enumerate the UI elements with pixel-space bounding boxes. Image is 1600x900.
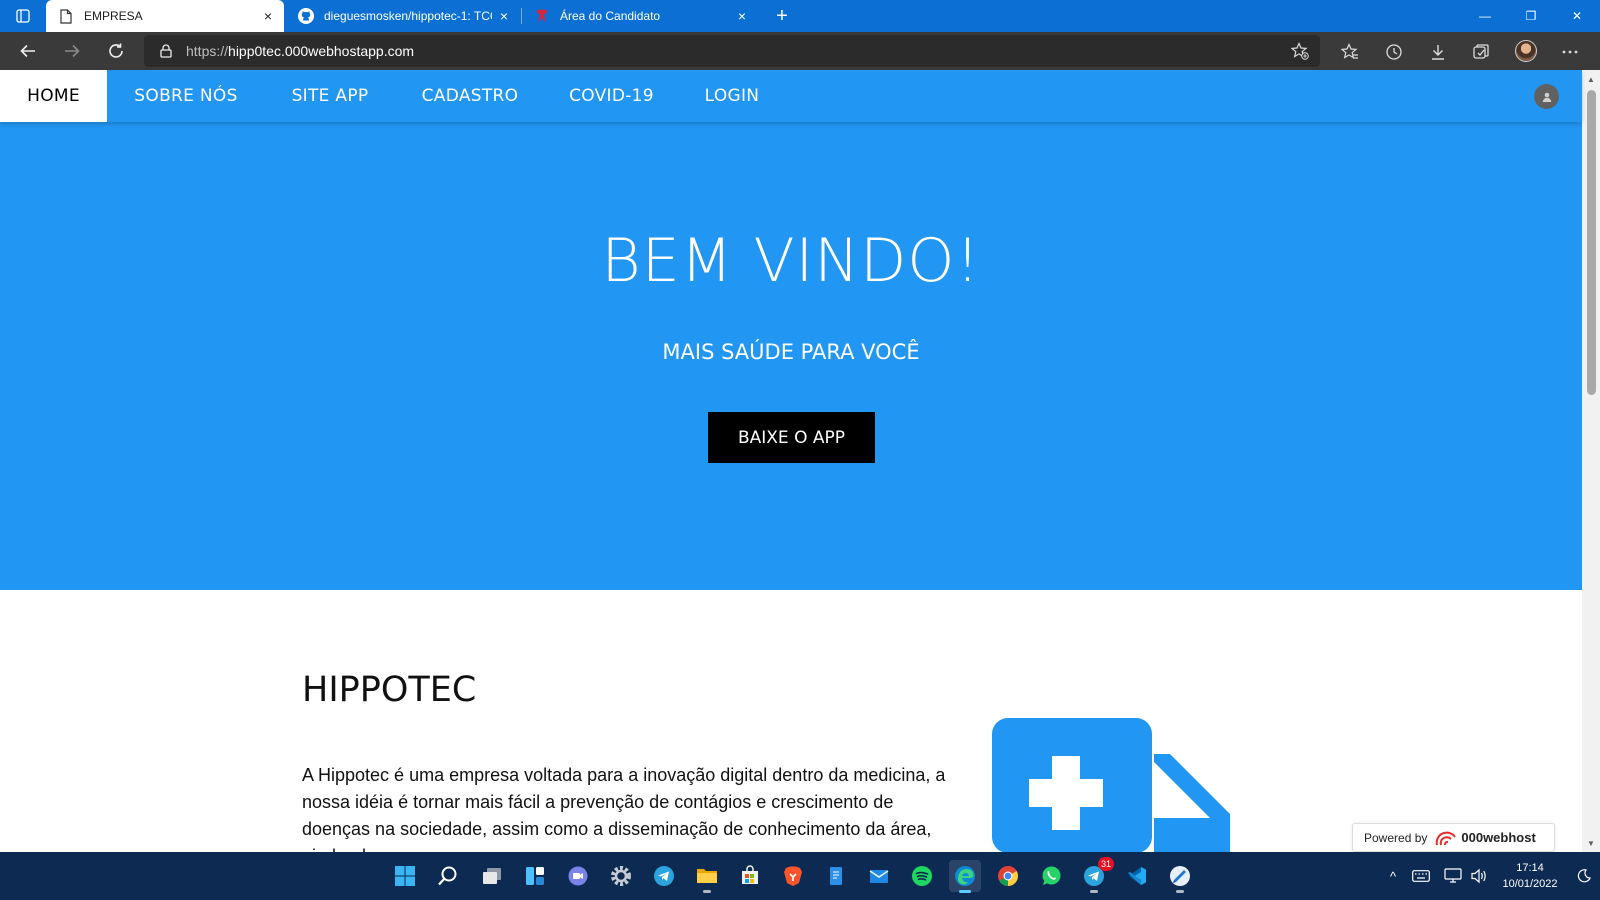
- settings-icon[interactable]: [605, 860, 637, 892]
- url-scheme: https://: [186, 43, 229, 59]
- spotify-icon[interactable]: [906, 860, 938, 892]
- tab-actions-icon: [16, 9, 30, 23]
- nav-login[interactable]: LOGIN: [678, 70, 786, 122]
- profile-avatar[interactable]: [1515, 40, 1537, 62]
- teams-chat-icon[interactable]: [562, 860, 594, 892]
- user-avatar-icon[interactable]: [1534, 84, 1559, 109]
- history-icon[interactable]: [1380, 38, 1408, 66]
- notification-badge: 31: [1097, 857, 1114, 871]
- lock-icon[interactable]: [158, 43, 174, 59]
- address-bar[interactable]: https://hipp0tec.000webhostapp.com: [144, 35, 1320, 67]
- tab-title: EMPRESA: [84, 9, 143, 23]
- favorites-icon[interactable]: [1336, 38, 1364, 66]
- search-icon[interactable]: [432, 860, 464, 892]
- new-tab-button[interactable]: +: [768, 4, 796, 28]
- tab-title: dieguesmosken/hippotec-1: TCC: [324, 9, 492, 23]
- volume-icon[interactable]: [1466, 852, 1492, 900]
- scroll-thumb[interactable]: [1587, 90, 1596, 395]
- powered-by-badge[interactable]: Powered by 000webhost: [1352, 823, 1555, 852]
- tab-close-button[interactable]: ×: [256, 4, 280, 28]
- downloads-icon[interactable]: [1424, 38, 1452, 66]
- forward-button[interactable]: [56, 35, 88, 67]
- github-icon: [298, 8, 314, 24]
- hero-subtitle: MAIS SAÚDE PARA VOCÊ: [662, 340, 920, 364]
- more-icon[interactable]: [1556, 38, 1584, 66]
- store-icon[interactable]: [734, 860, 766, 892]
- chrome-icon[interactable]: [992, 860, 1024, 892]
- refresh-icon: [109, 43, 123, 58]
- keyboard-icon[interactable]: [1408, 852, 1434, 900]
- mail-icon[interactable]: [863, 860, 895, 892]
- widgets-icon[interactable]: [519, 860, 551, 892]
- add-favorite-icon[interactable]: [1290, 41, 1310, 61]
- telegram-icon[interactable]: [648, 860, 680, 892]
- tab-empresa[interactable]: EMPRESA ×: [46, 0, 284, 32]
- back-icon: [20, 44, 35, 58]
- start-icon[interactable]: [389, 860, 421, 892]
- tab-title: Área do Candidato: [560, 9, 661, 23]
- file-explorer-icon[interactable]: [691, 860, 723, 893]
- browser-tab-strip: EMPRESA × dieguesmosken/hippotec-1: TCC …: [0, 0, 1600, 32]
- whatsapp-icon[interactable]: [1035, 860, 1067, 892]
- url-text[interactable]: https://hipp0tec.000webhostapp.com: [186, 43, 414, 59]
- back-button[interactable]: [12, 35, 44, 67]
- nav-home[interactable]: HOME: [0, 70, 107, 122]
- notifications-icon[interactable]: [1572, 852, 1596, 900]
- taskbar-clock[interactable]: 17:14 10/01/2022: [1490, 860, 1570, 892]
- nav-site-app[interactable]: SITE APP: [265, 70, 395, 122]
- hero-title: BEM VINDO!: [601, 226, 981, 296]
- download-app-button[interactable]: BAIXE O APP: [708, 412, 875, 463]
- task-view-icon[interactable]: [476, 860, 508, 892]
- minimize-button[interactable]: —: [1462, 0, 1508, 32]
- close-window-button[interactable]: ✕: [1554, 0, 1600, 32]
- nav-cadastro[interactable]: CADASTRO: [395, 70, 545, 122]
- page-scrollbar[interactable]: ▲ ▼: [1582, 70, 1600, 852]
- tab-actions-button[interactable]: [0, 0, 46, 32]
- 000webhost-logo-icon: [1435, 829, 1457, 847]
- refresh-button[interactable]: [100, 35, 132, 67]
- clock-time: 17:14: [1516, 862, 1544, 874]
- collections-icon[interactable]: [1467, 38, 1495, 66]
- network-icon[interactable]: [1440, 852, 1466, 900]
- site-navbar: HOME SOBRE NÓS SITE APP CADASTRO COVID-1…: [0, 70, 1582, 122]
- nav-sobre-nos[interactable]: SOBRE NÓS: [107, 70, 265, 122]
- app-icon[interactable]: [1164, 860, 1196, 893]
- about-title: HIPPOTEC: [302, 670, 477, 710]
- powered-label: Powered by: [1364, 830, 1428, 845]
- url-host: hipp0tec.000webhostapp.com: [228, 43, 415, 59]
- candidate-site-icon: [534, 8, 550, 24]
- nav-covid-19[interactable]: COVID-19: [545, 70, 678, 122]
- edge-icon[interactable]: [949, 860, 981, 893]
- forward-icon: [65, 44, 80, 58]
- vscode-icon[interactable]: [1121, 860, 1153, 892]
- notepad-icon[interactable]: [820, 860, 852, 892]
- scroll-down-icon[interactable]: ▼: [1582, 836, 1600, 850]
- page-icon: [58, 8, 74, 24]
- browser-toolbar: https://hipp0tec.000webhostapp.com: [0, 32, 1600, 70]
- telegram-badge-icon[interactable]: 31: [1078, 857, 1114, 893]
- tab-close-button[interactable]: ×: [492, 4, 516, 28]
- hero-section: BEM VINDO! MAIS SAÚDE PARA VOCÊ BAIXE O …: [0, 122, 1582, 590]
- clock-date: 10/01/2022: [1502, 878, 1558, 890]
- restore-button[interactable]: ❐: [1508, 0, 1554, 32]
- ambulance-icon: [992, 718, 1230, 853]
- tab-close-button[interactable]: ×: [730, 4, 754, 28]
- window-controls: — ❐ ✕: [1462, 0, 1600, 32]
- tab-github[interactable]: dieguesmosken/hippotec-1: TCC ×: [286, 0, 520, 32]
- powered-brand: 000webhost: [1461, 830, 1536, 845]
- scroll-up-icon[interactable]: ▲: [1582, 72, 1600, 86]
- windows-taskbar: 31 ^ 17:14 10/01/2022: [0, 852, 1600, 900]
- tab-area-candidato[interactable]: Área do Candidato ×: [522, 0, 758, 32]
- brave-icon[interactable]: [777, 860, 809, 892]
- tray-chevron-icon[interactable]: ^: [1382, 852, 1404, 900]
